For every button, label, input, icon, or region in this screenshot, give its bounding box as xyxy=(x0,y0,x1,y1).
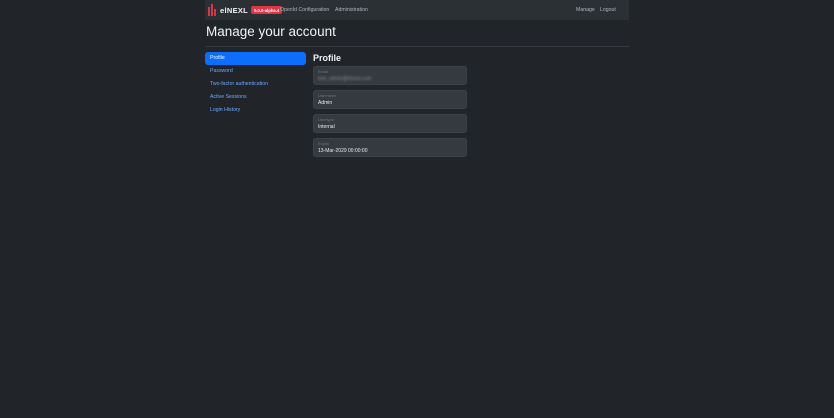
nav-openid-configuration[interactable]: OpenId Configuration xyxy=(280,7,329,13)
nav-administration[interactable]: Administration xyxy=(335,7,368,13)
username-value: Admin xyxy=(318,100,333,106)
page-title: Manage your account xyxy=(206,24,336,39)
username-field[interactable]: Username Admin xyxy=(313,90,467,109)
brand-name: elNEXL xyxy=(220,5,249,15)
sidebar-item-profile[interactable]: Profile xyxy=(205,52,306,65)
expiry-field[interactable]: Expiry 13-Mar-2029 00:00:00 xyxy=(313,138,467,157)
username-label: Username xyxy=(318,93,337,98)
nav-logout[interactable]: Logout xyxy=(600,7,616,13)
version-badge: 5.0.0-alpha.4 xyxy=(251,6,283,14)
nav-manage[interactable]: Manage xyxy=(576,7,595,13)
sidebar-item-two-factor[interactable]: Two-factor authentication xyxy=(205,78,306,91)
logo-icon xyxy=(208,4,216,16)
top-navbar: elNEXL 5.0.0-alpha.4 OpenId Configuratio… xyxy=(205,0,629,20)
sidebar-item-active-sessions[interactable]: Active Sessions xyxy=(205,91,306,104)
divider xyxy=(205,46,629,47)
expiry-value: 13-Mar-2029 00:00:00 xyxy=(318,148,368,154)
account-sidebar: Profile Password Two-factor authenticati… xyxy=(205,52,306,117)
usertype-value: Internal xyxy=(318,124,335,130)
usertype-field[interactable]: Usertype Internal xyxy=(313,114,467,133)
sidebar-item-password[interactable]: Password xyxy=(205,65,306,78)
email-field[interactable]: Email test_admin@elnexl.com xyxy=(313,66,467,85)
email-label: Email xyxy=(318,69,329,74)
usertype-label: Usertype xyxy=(318,117,335,122)
section-title: Profile xyxy=(313,53,342,63)
sidebar-item-login-history[interactable]: Login History xyxy=(205,104,306,117)
email-value: test_admin@elnexl.com xyxy=(318,76,372,82)
expiry-label: Expiry xyxy=(318,141,330,146)
brand[interactable]: elNEXL 5.0.0-alpha.4 xyxy=(208,4,283,16)
